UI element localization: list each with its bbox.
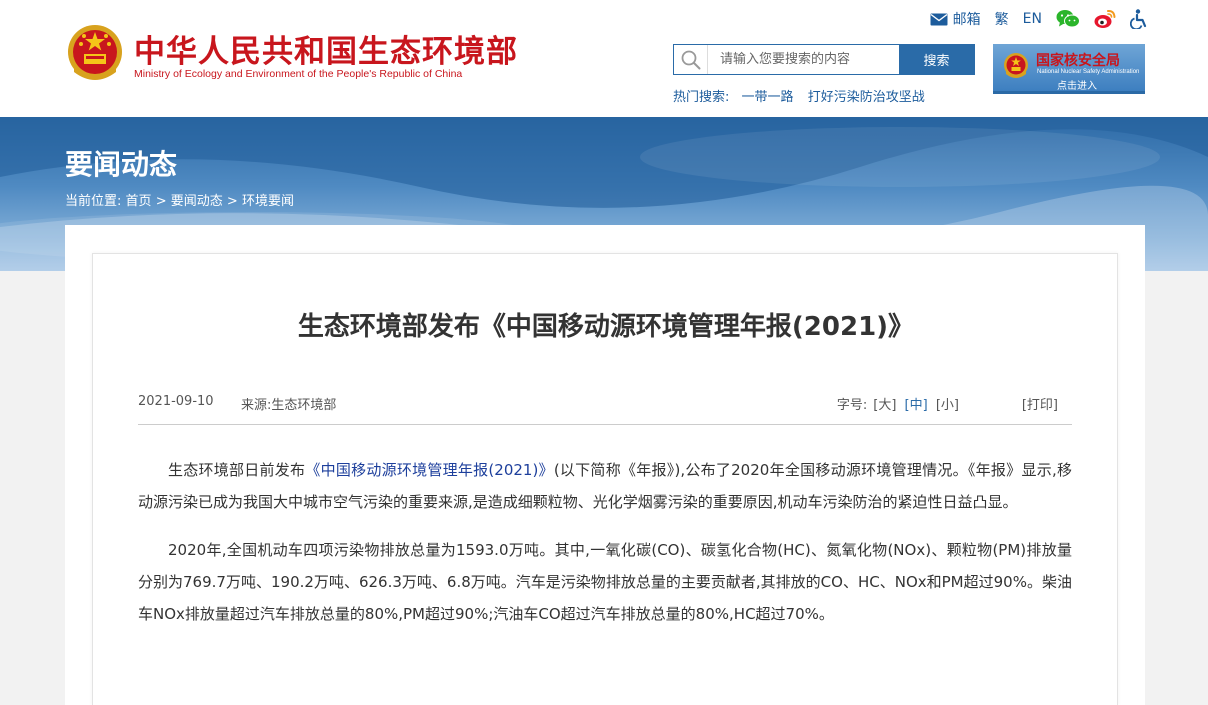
hot-search: 热门搜索: 一带一路 打好污染防治攻坚战 bbox=[673, 86, 935, 105]
breadcrumb-env-news[interactable]: 环境要闻 bbox=[242, 194, 294, 209]
meta-divider bbox=[138, 424, 1072, 425]
site-logo[interactable]: 中华人民共和国生态环境部 Ministry of Ecology and Env… bbox=[64, 20, 524, 90]
breadcrumb-label: 当前位置: bbox=[65, 194, 122, 209]
english-link[interactable]: EN bbox=[1023, 11, 1042, 27]
site-header: 中华人民共和国生态环境部 Ministry of Ecology and Env… bbox=[0, 0, 1208, 117]
report-link[interactable]: 《中国移动源环境管理年报(2021)》 bbox=[305, 461, 553, 479]
hot-search-item[interactable]: 一带一路 bbox=[742, 90, 794, 105]
national-emblem-icon bbox=[1004, 53, 1028, 78]
article-body: 生态环境部日前发布《中国移动源环境管理年报(2021)》(以下简称《年报》),公… bbox=[138, 454, 1072, 646]
breadcrumb: 当前位置: 首页 > 要闻动态 > 环境要闻 bbox=[65, 190, 294, 209]
wechat-icon bbox=[1056, 10, 1080, 28]
breadcrumb-separator: > bbox=[155, 194, 167, 209]
weibo-link[interactable] bbox=[1094, 9, 1116, 29]
font-size-small-button[interactable]: [小] bbox=[936, 398, 959, 413]
accessibility-icon bbox=[1130, 9, 1147, 29]
nnsa-name-cn: 国家核安全局 bbox=[1036, 53, 1120, 69]
wechat-link[interactable] bbox=[1056, 9, 1080, 29]
mail-icon bbox=[930, 13, 948, 25]
nnsa-entry-banner[interactable]: 国家核安全局 National Nuclear Safety Administr… bbox=[993, 44, 1145, 94]
ministry-name-cn: 中华人民共和国生态环境部 bbox=[134, 34, 518, 70]
font-size-controls: 字号: [大] [中] [小] bbox=[837, 394, 959, 413]
article-paragraph: 生态环境部日前发布《中国移动源环境管理年报(2021)》(以下简称《年报》),公… bbox=[138, 454, 1072, 518]
accessibility-link[interactable] bbox=[1130, 9, 1148, 29]
font-size-medium-button[interactable]: [中] bbox=[905, 398, 928, 413]
article-paragraph: 2020年,全国机动车四项污染物排放总量为1593.0万吨。其中,一氧化碳(CO… bbox=[138, 541, 1072, 623]
breadcrumb-separator: > bbox=[226, 194, 238, 209]
hot-search-item[interactable]: 打好污染防治攻坚战 bbox=[808, 90, 925, 105]
search-input[interactable] bbox=[708, 45, 899, 74]
ministry-name-en: Ministry of Ecology and Environment of t… bbox=[134, 68, 463, 80]
breadcrumb-news[interactable]: 要闻动态 bbox=[171, 194, 223, 209]
article-card: 生态环境部发布《中国移动源环境管理年报(2021)》 2021-09-10 来源… bbox=[92, 253, 1118, 705]
article-date: 2021-09-10 bbox=[138, 394, 214, 409]
font-size-large-button[interactable]: [大] bbox=[873, 398, 896, 413]
national-emblem-icon bbox=[68, 25, 122, 80]
top-utility-links: 邮箱 繁 EN bbox=[916, 8, 1148, 30]
nnsa-name-en: National Nuclear Safety Administration bbox=[1037, 69, 1140, 75]
paragraph-text: 生态环境部日前发布 bbox=[168, 461, 306, 479]
mail-label: 邮箱 bbox=[952, 12, 981, 28]
search-icon[interactable] bbox=[674, 45, 708, 74]
mail-link[interactable]: 邮箱 bbox=[930, 9, 981, 29]
weibo-icon bbox=[1094, 9, 1116, 28]
search-button[interactable]: 搜索 bbox=[899, 45, 974, 74]
article-title: 生态环境部发布《中国移动源环境管理年报(2021)》 bbox=[297, 312, 915, 342]
article-source: 来源:生态环境部 bbox=[241, 398, 337, 413]
font-size-label: 字号: bbox=[836, 398, 868, 413]
traditional-chinese-link[interactable]: 繁 bbox=[995, 9, 1009, 29]
hot-search-label: 热门搜索: bbox=[673, 90, 730, 105]
breadcrumb-home[interactable]: 首页 bbox=[126, 194, 152, 209]
section-title: 要闻动态 bbox=[65, 148, 178, 181]
print-button[interactable]: [打印] bbox=[1022, 394, 1058, 413]
nnsa-enter-label: 点击进入 bbox=[1057, 81, 1097, 92]
search-box: 搜索 bbox=[673, 44, 975, 75]
